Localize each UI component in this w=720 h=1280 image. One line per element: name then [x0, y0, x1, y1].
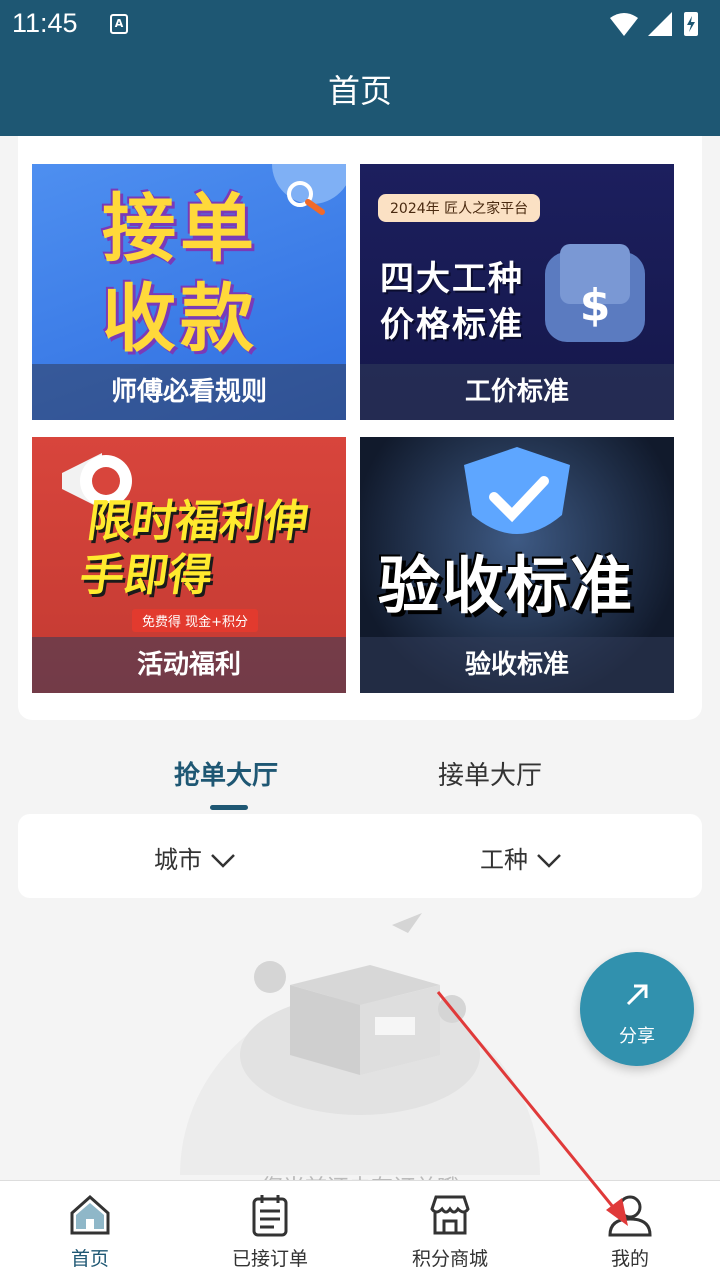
card-price-standard[interactable]: 2024年 匠人之家平台 四大工种价格标准 $ 工价标准 [360, 164, 674, 420]
city-filter-label: 城市 [154, 846, 202, 874]
tab-grab-orders[interactable]: 抢单大厅 [174, 755, 278, 792]
card-acceptance-caption: 验收标准 [360, 637, 674, 693]
nav-home[interactable]: 首页 [0, 1181, 180, 1280]
card-rules-caption: 师傅必看规则 [32, 364, 346, 420]
status-bar: 11:45 A [0, 0, 720, 50]
arrow-up-right-icon [626, 984, 648, 1006]
status-time: 11:45 [12, 8, 78, 38]
title-bar: 首页 [0, 50, 720, 136]
share-button[interactable]: 分享 [580, 952, 694, 1066]
share-button-label: 分享 [619, 1026, 655, 1047]
chevron-down-icon [537, 854, 561, 868]
trade-filter-label: 工种 [480, 846, 528, 874]
card-rules[interactable]: 接单收款 师傅必看规则 [32, 164, 346, 420]
nav-points-mall[interactable]: 积分商城 [360, 1181, 540, 1280]
dollar-icon: $ [545, 244, 645, 342]
banner-card-grid: 接单收款 师傅必看规则 2024年 匠人之家平台 四大工种价格标准 $ 工价标准… [18, 136, 702, 720]
page-title: 首页 [327, 72, 392, 110]
card-price-title: 四大工种价格标准 [380, 259, 524, 345]
tab-accept-orders[interactable]: 接单大厅 [438, 755, 542, 792]
profile-icon [608, 1195, 652, 1237]
nav-profile-label: 我的 [610, 1248, 649, 1270]
signal-icon [648, 12, 672, 36]
trade-filter[interactable]: 工种 [480, 840, 562, 875]
app-notification-icon: A [110, 14, 128, 34]
store-icon [430, 1195, 470, 1235]
card-price-badge: 2024年 匠人之家平台 [378, 194, 541, 222]
card-price-caption: 工价标准 [360, 364, 674, 420]
card-promotion-caption: 活动福利 [32, 637, 346, 693]
filter-bar: 城市 工种 [18, 814, 702, 898]
card-promotion-title: 限时福利伸手即得 [76, 496, 312, 601]
status-icons [608, 10, 708, 44]
nav-points-mall-label: 积分商城 [411, 1248, 488, 1270]
card-acceptance-title: 验收标准 [378, 549, 635, 622]
home-icon [70, 1194, 110, 1235]
city-filter[interactable]: 城市 [154, 840, 236, 875]
nav-orders-label: 已接订单 [231, 1248, 308, 1270]
empty-box-illustration [180, 913, 540, 1175]
nav-orders[interactable]: 已接订单 [180, 1181, 360, 1280]
orders-icon [252, 1195, 288, 1237]
order-hall-tabs: 抢单大厅 接单大厅 [0, 745, 720, 810]
nav-profile[interactable]: 我的 [540, 1181, 720, 1280]
card-promotion[interactable]: 限时福利伸手即得 免费得 现金+积分 活动福利 [32, 437, 346, 693]
card-rules-title: 接单收款 [102, 186, 258, 362]
card-acceptance[interactable]: 验收标准 验收标准 [360, 437, 674, 693]
nav-home-label: 首页 [70, 1248, 109, 1270]
card-promotion-subtitle: 免费得 现金+积分 [132, 609, 259, 632]
tab-indicator [210, 805, 248, 810]
svg-text:$: $ [580, 280, 611, 331]
chevron-down-icon [211, 854, 235, 868]
wifi-icon [610, 13, 638, 36]
bottom-navigation: 首页 已接订单 积分商城 我的 [0, 1180, 720, 1280]
